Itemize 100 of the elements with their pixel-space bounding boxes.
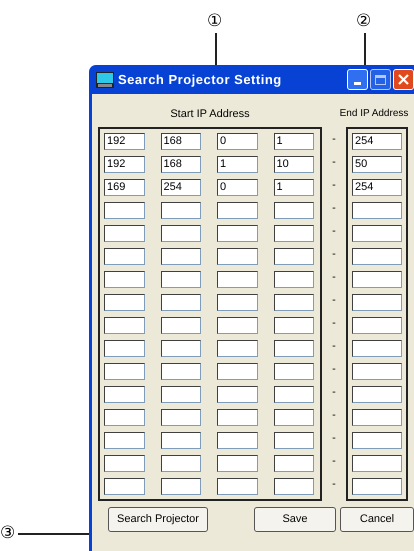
- input-field[interactable]: [274, 432, 314, 448]
- close-icon: [398, 74, 409, 85]
- input-field[interactable]: [160, 340, 201, 356]
- input-field[interactable]: [217, 386, 258, 402]
- range-separator: -: [332, 180, 336, 190]
- input-field[interactable]: [160, 408, 201, 426]
- input-field[interactable]: [217, 454, 258, 472]
- input-field[interactable]: [352, 362, 402, 380]
- input-field[interactable]: [217, 270, 258, 288]
- input-field[interactable]: 192: [104, 156, 144, 172]
- input-field[interactable]: [274, 362, 314, 380]
- input-field[interactable]: 1: [274, 132, 314, 150]
- input-field[interactable]: [217, 340, 258, 356]
- range-separator: -: [332, 272, 336, 282]
- range-separator: -: [332, 340, 336, 352]
- range-separator: -: [332, 134, 336, 144]
- input-field[interactable]: [160, 224, 201, 242]
- input-field[interactable]: [352, 224, 402, 242]
- input-field[interactable]: [160, 478, 201, 494]
- minimize-button[interactable]: [347, 69, 368, 90]
- input-field[interactable]: [160, 432, 201, 448]
- search-projector-button[interactable]: Search Projector: [108, 506, 208, 532]
- save-button[interactable]: Save: [254, 506, 336, 532]
- input-field[interactable]: [352, 386, 402, 402]
- input-field[interactable]: [274, 294, 314, 310]
- callout-number: ②: [356, 12, 371, 29]
- input-field[interactable]: 254: [352, 178, 402, 196]
- input-field[interactable]: [217, 478, 258, 494]
- input-field[interactable]: 192: [104, 132, 144, 150]
- input-field[interactable]: [352, 432, 402, 448]
- callout-number: ①: [207, 12, 222, 29]
- input-field[interactable]: [104, 454, 144, 472]
- input-field[interactable]: [104, 270, 144, 288]
- input-field[interactable]: [274, 454, 314, 472]
- range-separator: -: [332, 478, 336, 490]
- input-field[interactable]: [160, 362, 201, 380]
- window-title: Search Projector Setting: [118, 70, 282, 89]
- input-field[interactable]: 10: [274, 156, 314, 172]
- range-separator: -: [332, 248, 336, 260]
- input-field[interactable]: 1: [274, 178, 314, 196]
- input-field[interactable]: [160, 202, 201, 218]
- input-field[interactable]: [160, 454, 201, 472]
- input-field[interactable]: 50: [352, 156, 402, 172]
- input-field[interactable]: 168: [160, 156, 201, 172]
- input-field[interactable]: [104, 294, 144, 310]
- input-field[interactable]: [217, 408, 258, 426]
- input-field[interactable]: [352, 248, 402, 264]
- input-field[interactable]: [274, 270, 314, 288]
- input-field[interactable]: [274, 202, 314, 218]
- input-field[interactable]: [104, 340, 144, 356]
- input-field[interactable]: [274, 248, 314, 264]
- input-field[interactable]: [104, 248, 144, 264]
- input-field[interactable]: [104, 224, 144, 242]
- input-field[interactable]: 0: [217, 132, 258, 150]
- close-button[interactable]: [393, 69, 414, 90]
- input-field[interactable]: [217, 248, 258, 264]
- input-field[interactable]: [104, 386, 144, 402]
- column-heading: End IP Address: [338, 107, 410, 121]
- input-field[interactable]: [274, 408, 314, 426]
- cancel-button[interactable]: Cancel: [340, 506, 414, 532]
- input-field[interactable]: 1: [217, 156, 258, 172]
- input-field[interactable]: [104, 408, 144, 426]
- input-field[interactable]: [104, 432, 144, 448]
- range-separator: -: [332, 294, 336, 306]
- input-field[interactable]: [352, 294, 402, 310]
- input-field[interactable]: [160, 316, 201, 334]
- input-field[interactable]: [217, 202, 258, 218]
- input-field[interactable]: [217, 294, 258, 310]
- range-separator: -: [332, 456, 336, 466]
- input-field[interactable]: [352, 454, 402, 472]
- input-field[interactable]: 169: [104, 178, 144, 196]
- input-field[interactable]: 254: [160, 178, 201, 196]
- input-field[interactable]: [217, 224, 258, 242]
- input-field[interactable]: [352, 202, 402, 218]
- input-field[interactable]: [217, 432, 258, 448]
- input-field[interactable]: [104, 202, 144, 218]
- input-field[interactable]: [352, 408, 402, 426]
- input-field[interactable]: [160, 270, 201, 288]
- input-field[interactable]: [352, 478, 402, 494]
- maximize-button[interactable]: [370, 69, 391, 90]
- input-field[interactable]: [352, 316, 402, 334]
- input-field[interactable]: [274, 340, 314, 356]
- input-field[interactable]: [160, 386, 201, 402]
- input-field[interactable]: [217, 362, 258, 380]
- input-field[interactable]: [104, 478, 144, 494]
- input-field[interactable]: [160, 248, 201, 264]
- input-field[interactable]: [352, 340, 402, 356]
- input-field[interactable]: [160, 294, 201, 310]
- input-field[interactable]: [274, 478, 314, 494]
- range-separator: -: [332, 318, 336, 328]
- input-field[interactable]: [104, 316, 144, 334]
- input-field[interactable]: [274, 386, 314, 402]
- input-field[interactable]: 0: [217, 178, 258, 196]
- input-field[interactable]: [352, 270, 402, 288]
- input-field[interactable]: [217, 316, 258, 334]
- input-field[interactable]: [274, 224, 314, 242]
- input-field[interactable]: 168: [160, 132, 201, 150]
- input-field[interactable]: [104, 362, 144, 380]
- input-field[interactable]: 254: [352, 132, 402, 150]
- input-field[interactable]: [274, 316, 314, 334]
